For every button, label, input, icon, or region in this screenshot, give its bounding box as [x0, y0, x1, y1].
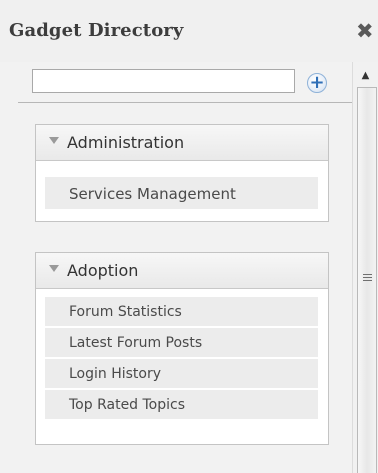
list-item[interactable]: Latest Forum Posts — [45, 328, 318, 359]
grip-icon — [363, 274, 372, 283]
group-adoption: Adoption Forum Statistics Latest Forum P… — [35, 252, 329, 445]
gadget-directory-window: Gadget Directory ✖ + ▲ Administration Se… — [0, 0, 378, 473]
scroll-up-button[interactable]: ▲ — [357, 67, 374, 84]
plus-icon: + — [309, 72, 325, 93]
list-item[interactable]: Login History — [45, 359, 318, 390]
window-title: Gadget Directory — [9, 20, 184, 41]
divider — [18, 102, 352, 103]
group-items-adoption: Forum Statistics Latest Forum Posts Logi… — [45, 297, 318, 421]
search-input[interactable] — [32, 69, 295, 93]
group-header-administration[interactable]: Administration — [36, 125, 328, 161]
group-administration: Administration Services Management — [35, 124, 329, 222]
group-title: Administration — [67, 133, 185, 152]
group-items-administration: Services Management — [45, 177, 318, 211]
list-item[interactable]: Services Management — [45, 177, 318, 211]
triangle-down-icon — [49, 137, 59, 144]
list-item[interactable]: Top Rated Topics — [45, 390, 318, 421]
vertical-scrollbar[interactable]: ▲ — [352, 62, 378, 473]
titlebar: Gadget Directory ✖ — [0, 0, 378, 62]
search-row: + — [0, 62, 352, 103]
triangle-down-icon — [49, 265, 59, 272]
group-header-adoption[interactable]: Adoption — [36, 253, 328, 289]
close-button[interactable]: ✖ — [356, 18, 378, 44]
add-gadget-button[interactable]: + — [307, 73, 327, 93]
close-icon: ✖ — [356, 19, 374, 43]
scroll-thumb[interactable] — [357, 87, 377, 473]
arrow-up-icon: ▲ — [361, 70, 370, 81]
list-item[interactable]: Forum Statistics — [45, 297, 318, 328]
group-title: Adoption — [67, 261, 139, 280]
